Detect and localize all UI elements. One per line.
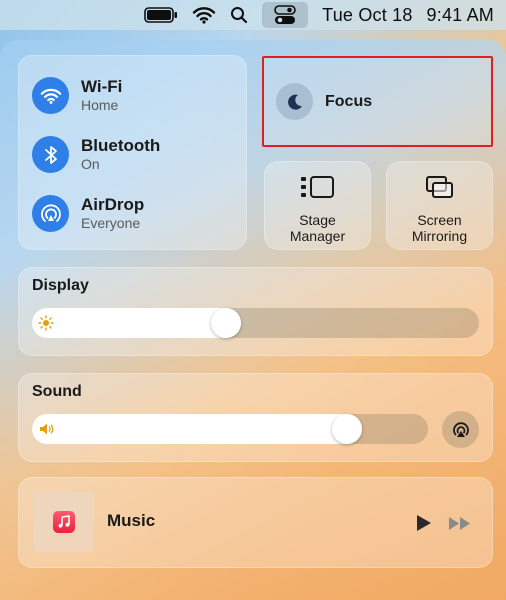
bluetooth-title: Bluetooth <box>81 136 161 155</box>
airdrop-toggle[interactable]: AirDrop Everyone <box>32 195 144 232</box>
search-icon[interactable] <box>230 0 248 30</box>
bluetooth-toggle[interactable]: Bluetooth On <box>32 136 160 173</box>
stage-manager-label: Stage Manager <box>289 212 346 244</box>
brightness-slider[interactable] <box>32 308 479 338</box>
stage-manager-icon <box>300 176 334 198</box>
bluetooth-icon[interactable] <box>32 136 69 173</box>
volume-slider[interactable] <box>32 414 428 444</box>
music-title: Music <box>107 511 156 530</box>
connectivity-card: Wi-Fi Home Bluetooth On AirDrop Everyone <box>18 55 247 250</box>
display-title: Display <box>32 277 89 294</box>
music-app-icon <box>53 511 75 533</box>
play-icon[interactable] <box>415 514 433 532</box>
brightness-slider-fill <box>32 308 241 338</box>
volume-slider-knob[interactable] <box>332 414 362 444</box>
focus-button[interactable]: Focus <box>262 56 493 147</box>
wifi-title: Wi-Fi <box>81 77 123 96</box>
control-center-icon[interactable] <box>262 2 309 28</box>
wifi-toggle[interactable]: Wi-Fi Home <box>32 77 122 114</box>
brightness-icon <box>38 315 54 331</box>
airdrop-status: Everyone <box>81 215 141 231</box>
screen-mirroring-button[interactable]: Screen Mirroring <box>386 161 493 250</box>
airdrop-title: AirDrop <box>81 195 145 214</box>
screen-mirroring-label: Screen Mirroring <box>411 212 468 244</box>
control-center-panel: Wi-Fi Home Bluetooth On AirDrop Everyone… <box>0 40 506 600</box>
moon-icon <box>276 83 313 120</box>
airplay-icon[interactable] <box>442 411 479 448</box>
fast-forward-icon[interactable] <box>448 516 472 531</box>
menubar-time[interactable]: 9:41 AM <box>427 0 494 30</box>
battery-icon[interactable] <box>144 0 178 30</box>
stage-manager-button[interactable]: Stage Manager <box>264 161 371 250</box>
sound-card: Sound <box>18 373 493 462</box>
menu-bar: Tue Oct 18 9:41 AM <box>0 0 506 30</box>
wifi-icon[interactable] <box>32 77 69 114</box>
brightness-slider-knob[interactable] <box>211 308 241 338</box>
bluetooth-status: On <box>81 156 100 172</box>
music-card[interactable]: Music <box>18 477 493 568</box>
album-art <box>34 492 94 552</box>
volume-slider-fill <box>32 414 362 444</box>
focus-label: Focus <box>325 92 373 110</box>
airdrop-icon[interactable] <box>32 195 69 232</box>
display-card: Display <box>18 267 493 356</box>
speaker-icon <box>40 423 54 435</box>
wifi-icon[interactable] <box>192 0 216 30</box>
screen-mirroring-icon <box>425 176 453 198</box>
menubar-date[interactable]: Tue Oct 18 <box>322 0 412 30</box>
wifi-network-name: Home <box>81 97 119 113</box>
sound-title: Sound <box>32 383 82 400</box>
